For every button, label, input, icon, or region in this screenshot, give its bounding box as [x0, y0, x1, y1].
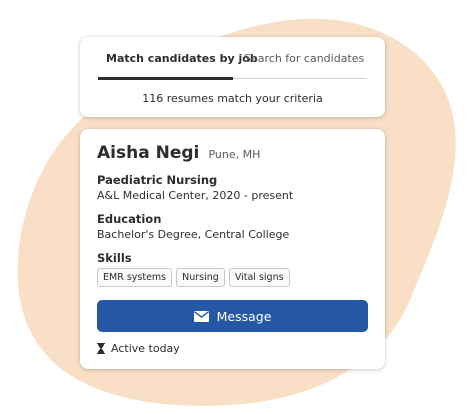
skills-list: EMR systems Nursing Vital signs — [97, 268, 290, 287]
candidate-name: Aisha Negi — [97, 143, 200, 163]
skill-chip: EMR systems — [97, 268, 173, 287]
envelope-icon — [193, 310, 209, 322]
candidate-search-card: Match candidates by job Search for candi… — [80, 37, 385, 117]
tab-search-candidates[interactable]: Search for candidates — [244, 52, 364, 65]
job-detail: A&L Medical Center, 2020 - present — [97, 189, 294, 202]
tab-match-by-job[interactable]: Match candidates by job — [106, 52, 258, 65]
skill-chip: Vital signs — [228, 268, 290, 287]
candidate-location: Pune, MH — [208, 148, 261, 161]
hourglass-icon — [97, 343, 105, 354]
match-count-text: 116 resumes match your criteria — [142, 92, 323, 105]
candidate-header: Aisha Negi Pune, MH — [97, 143, 260, 163]
education-detail: Bachelor's Degree, Central College — [97, 228, 290, 241]
skill-chip: Nursing — [176, 268, 225, 287]
skills-heading: Skills — [97, 251, 132, 265]
candidate-profile-card: Aisha Negi Pune, MH Paediatric Nursing A… — [80, 129, 385, 369]
message-button-label: Message — [216, 308, 272, 324]
tab-bar: Match candidates by job Search for candi… — [98, 37, 367, 80]
activity-status: Active today — [97, 342, 180, 355]
education-heading: Education — [97, 212, 162, 226]
activity-text: Active today — [111, 342, 180, 355]
message-button[interactable]: Message — [97, 300, 368, 332]
job-title: Paediatric Nursing — [97, 173, 218, 187]
active-tab-indicator — [98, 77, 233, 80]
